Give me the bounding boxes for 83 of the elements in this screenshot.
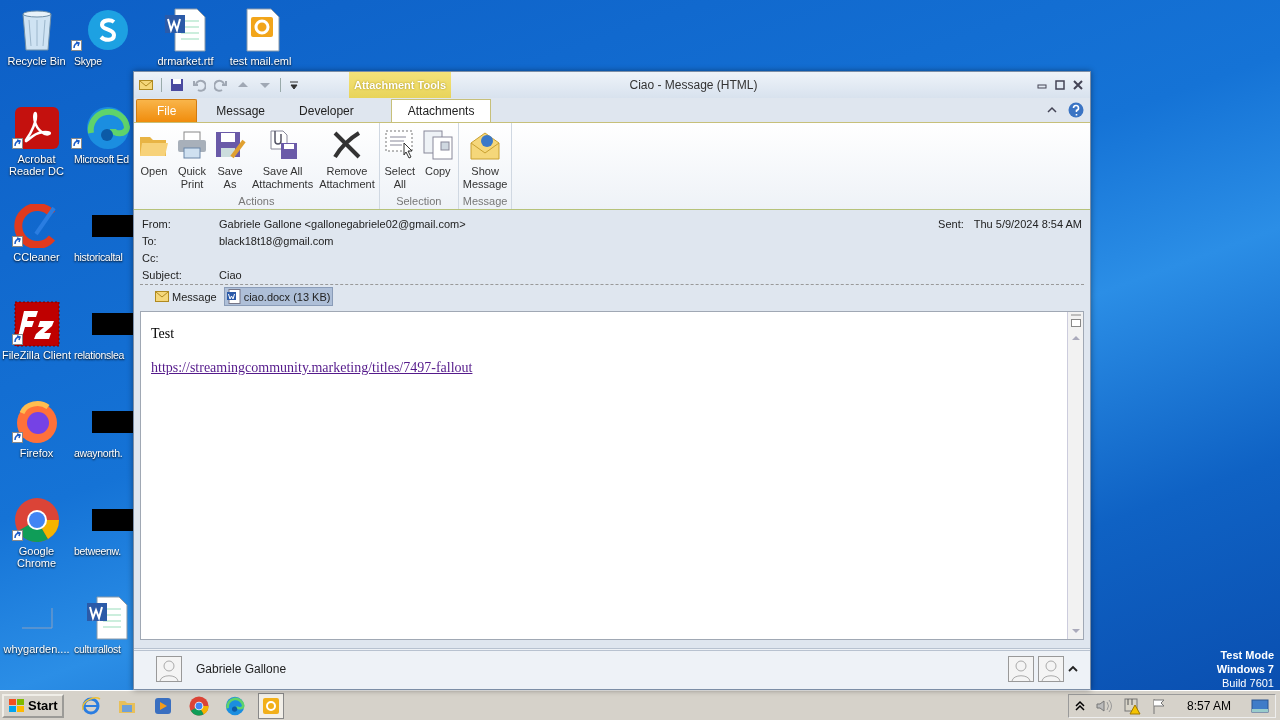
field-label: Subject:: [142, 269, 183, 282]
customize-caret-icon[interactable]: [289, 79, 299, 91]
save-as-icon: [214, 129, 246, 161]
desktop-icon-label[interactable]: whygarden....: [0, 643, 74, 655]
desktop-icon-label[interactable]: Firefox: [0, 447, 74, 459]
network-warning-icon[interactable]: [1122, 696, 1141, 715]
skype-icon: [86, 7, 130, 52]
edge-icon: [85, 104, 131, 151]
field-value: Thu 5/9/2024 8:54 AM: [973, 218, 1082, 232]
ribbon-tab[interactable]: Developer: [284, 99, 369, 122]
acrobat-icon: [13, 105, 60, 150]
field-value: black18t18@gmail.com: [219, 235, 334, 248]
printer-icon: [176, 129, 208, 161]
desktop-icon-label[interactable]: CCleaner: [0, 251, 74, 263]
test-mode-notice: Test Mode: [1220, 648, 1274, 662]
desktop-icon-label[interactable]: Microsoft Ed: [74, 153, 132, 165]
split-icon[interactable]: [1069, 314, 1082, 328]
ribbon-button[interactable]: Save All Attachments: [250, 127, 316, 195]
ribbon-button[interactable]: Remove Attachment: [317, 127, 377, 195]
message-text: Test: [151, 326, 176, 342]
test-mode-notice: Build 7601: [1222, 676, 1274, 690]
desktop-icon-label[interactable]: drmarket.rtf: [148, 55, 223, 67]
desktop-icon-label[interactable]: Skype: [74, 55, 132, 67]
field-label: To:: [142, 235, 158, 248]
redo-icon[interactable]: [214, 78, 228, 92]
group-label: Selection: [395, 195, 443, 209]
filezilla-icon: [13, 300, 60, 347]
word-document-icon: [85, 594, 131, 641]
desktop-icon-label[interactable]: relationslea: [74, 349, 132, 361]
person-name[interactable]: Gabriele Gallone: [196, 662, 287, 676]
undo-icon[interactable]: [192, 78, 206, 92]
desktop-icon-label[interactable]: FileZilla Client: [0, 349, 74, 361]
field-label: Sent:: [938, 218, 964, 232]
save-icon[interactable]: [170, 78, 184, 92]
desktop-icon-label[interactable]: Acrobat Reader DC: [0, 153, 74, 177]
desktop-icon-label[interactable]: betweenw.: [74, 545, 132, 557]
group-label: Message: [461, 195, 509, 209]
help-icon[interactable]: [1068, 102, 1084, 118]
ribbon-button[interactable]: Save As: [212, 127, 248, 195]
desktop-icon-label[interactable]: historicaltal: [74, 251, 132, 263]
word-document-icon: [226, 289, 241, 304]
select-all-icon: [383, 129, 416, 161]
field-label: From:: [142, 218, 172, 231]
flag-icon[interactable]: [1150, 697, 1167, 714]
ribbon-tab[interactable]: Attachments: [390, 99, 492, 122]
show-desktop-icon[interactable]: [1251, 697, 1269, 714]
word-document-icon: [162, 6, 209, 53]
envelope-icon: [155, 291, 169, 302]
scrollbar[interactable]: [1067, 312, 1083, 639]
desktop-icon-label[interactable]: Recycle Bin: [0, 55, 74, 67]
desktop-icon-label[interactable]: Google Chrome: [0, 545, 74, 569]
ribbon-tab[interactable]: Message: [201, 99, 281, 122]
person-icon: [156, 656, 182, 682]
message-item[interactable]: Message: [152, 287, 220, 306]
close-icon[interactable]: [1072, 79, 1084, 91]
ribbon-button[interactable]: Select All: [381, 127, 418, 195]
person-icon[interactable]: [1008, 656, 1034, 682]
chrome-icon: [13, 496, 60, 543]
field-label: Cc:: [142, 252, 160, 265]
ribbon-button[interactable]: Quick Print: [174, 127, 210, 195]
start-button[interactable]: Start: [2, 693, 64, 718]
ribbon-button[interactable]: Copy: [419, 127, 456, 195]
expand-caret-icon[interactable]: [1068, 664, 1078, 674]
clock[interactable]: 8:57 AM: [1186, 698, 1231, 713]
field-value: Ciao: [219, 269, 242, 282]
test-mode-notice: Windows 7: [1216, 662, 1274, 676]
show-hidden-icons-icon[interactable]: [1074, 699, 1085, 712]
windows-logo-icon: [8, 697, 26, 714]
field-value: Gabriele Gallone <gallonegabriele02@gmail.com>: [219, 218, 466, 231]
group-label: Actions: [237, 195, 276, 209]
maximize-icon[interactable]: [1054, 79, 1066, 91]
desktop-icon-label[interactable]: test mail.eml: [223, 55, 298, 67]
blank-file-icon: [20, 606, 53, 629]
copy-icon: [421, 129, 454, 161]
window-title: Ciao - Message (HTML): [628, 78, 759, 92]
ribbon-button[interactable]: Show Message: [460, 127, 510, 195]
ribbon-button[interactable]: Open: [136, 127, 172, 195]
desktop-icon-label[interactable]: awaynorth.: [74, 447, 132, 459]
message-link[interactable]: https://streamingcommunity.marketing/titles/7497-fallout: [151, 360, 473, 375]
envelope-icon: [139, 79, 153, 91]
attachment-item[interactable]: ciao.docx (13 KB): [223, 287, 334, 306]
speaker-icon[interactable]: [1094, 697, 1113, 714]
context-tab-title: Attachment Tools: [349, 72, 451, 98]
